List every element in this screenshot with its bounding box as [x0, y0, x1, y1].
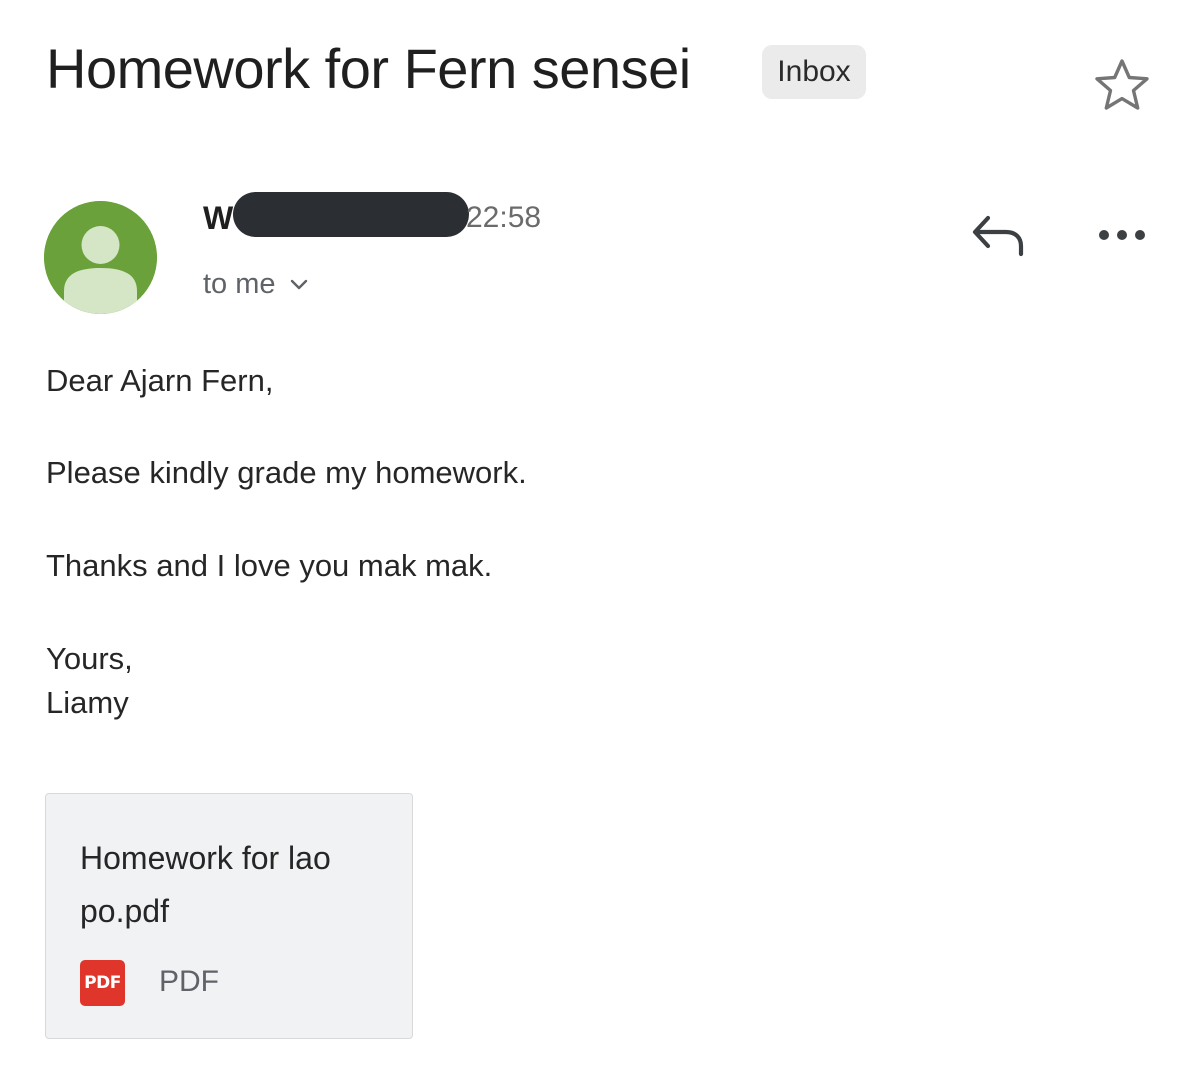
- sender-name: W: [203, 200, 234, 236]
- reply-icon[interactable]: [968, 208, 1032, 260]
- star-icon[interactable]: [1092, 56, 1152, 116]
- chevron-down-icon: [290, 279, 307, 290]
- attachment-card[interactable]: Homework for lao po.pdf PDF PDF: [45, 793, 413, 1039]
- body-line-2: Thanks and I love you mak mak.: [46, 548, 493, 583]
- message-time: 22:58: [466, 201, 542, 234]
- attachment-type-label: PDF: [159, 965, 219, 998]
- pdf-file-icon: PDF: [80, 960, 125, 1006]
- email-subject: Homework for Fern sensei: [46, 37, 691, 100]
- body-line-1: Please kindly grade my homework.: [46, 455, 527, 490]
- sender-avatar[interactable]: [44, 201, 157, 314]
- body-signature: Liamy: [46, 685, 129, 720]
- person-avatar-icon: [44, 201, 157, 314]
- more-options-icon[interactable]: [1096, 222, 1148, 248]
- attachment-filename: Homework for lao po.pdf: [80, 840, 331, 929]
- recipient-details-toggle[interactable]: to me: [203, 264, 310, 304]
- body-closing: Yours,: [46, 641, 133, 676]
- email-view: Homework for Fern sensei Inbox W 22:58 t…: [0, 0, 1200, 1075]
- inbox-label-chip[interactable]: Inbox: [762, 45, 866, 99]
- recipient-label: to me: [203, 268, 276, 300]
- body-greeting: Dear Ajarn Fern,: [46, 363, 274, 398]
- redaction-bar: [233, 192, 469, 237]
